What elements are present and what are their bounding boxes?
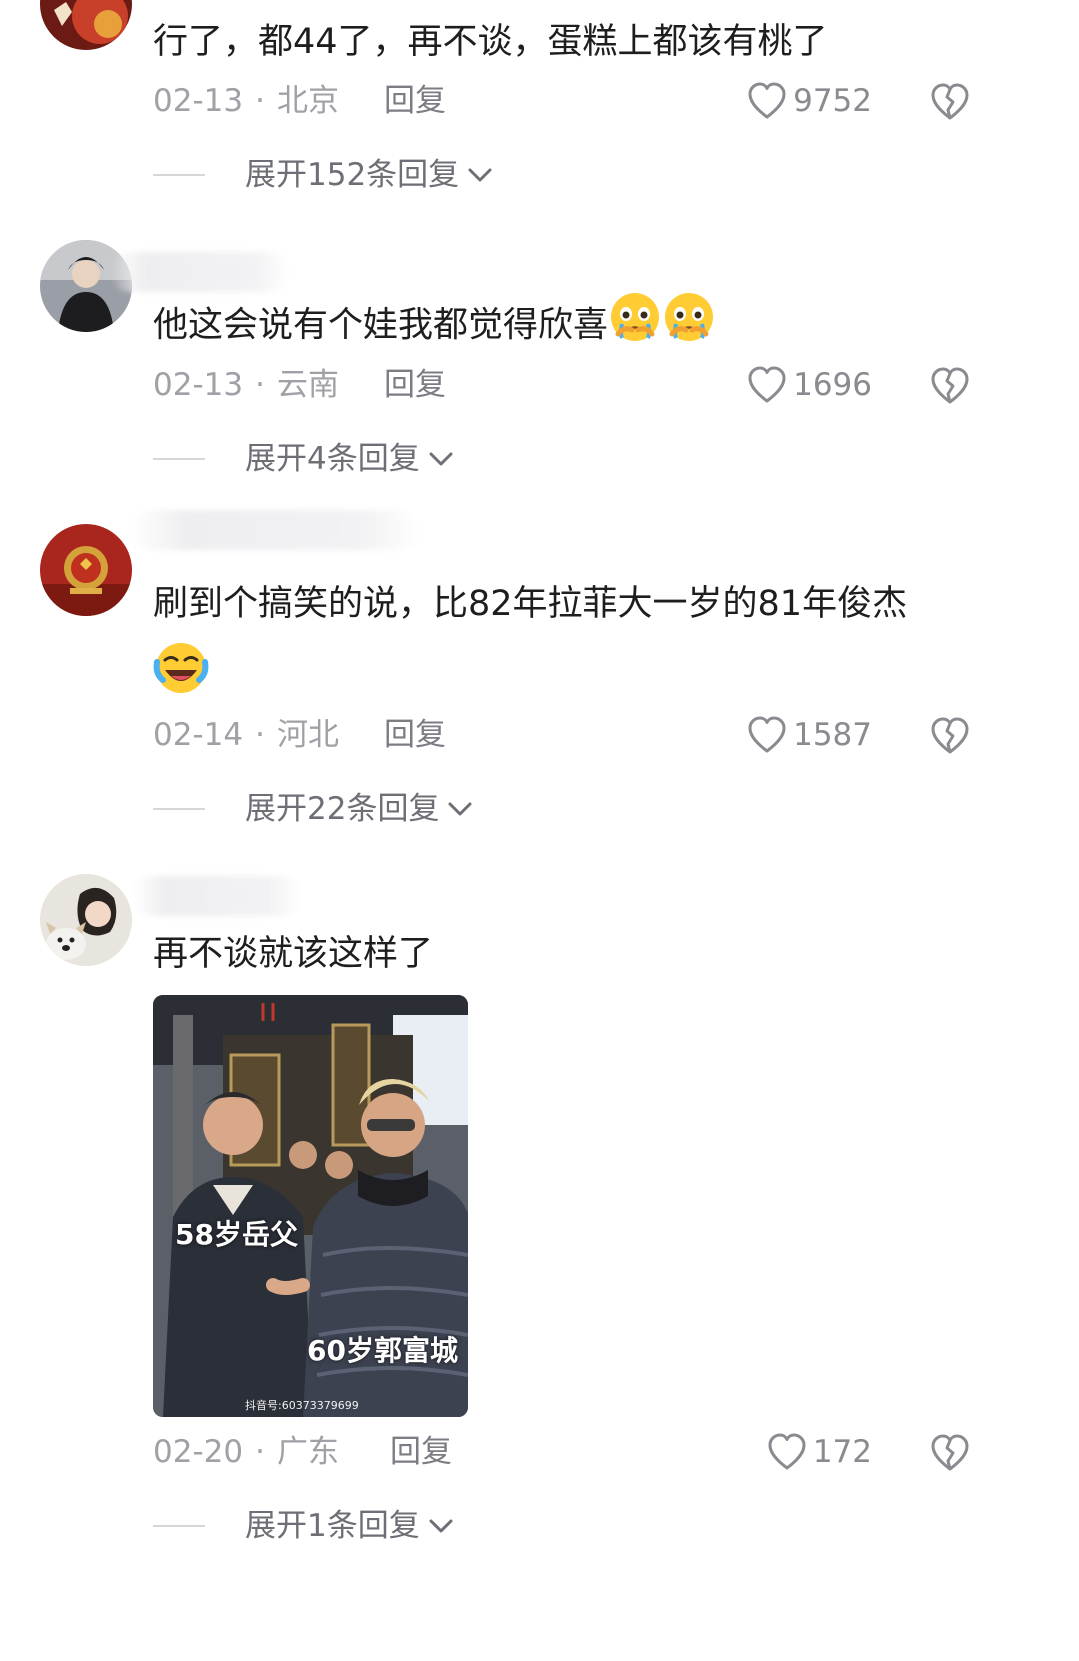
- comment-item: 行了，都44了，再不谈，蛋糕上都该有桃了 02-13 · 北京 回复 9752 展开…: [0, 0, 1079, 220]
- reply-button[interactable]: 回复: [384, 79, 446, 123]
- expand-replies-label: 展开22条回复: [245, 791, 440, 827]
- comment-location: 云南: [276, 367, 339, 403]
- expand-replies-button[interactable]: 展开22条回复: [153, 787, 473, 831]
- username-blurred: [130, 510, 420, 550]
- comment-meta: 02-14 · 河北: [153, 717, 339, 753]
- like-count: 9752: [793, 83, 872, 119]
- username-blurred: [132, 876, 302, 916]
- comment-meta: 02-13 · 云南: [153, 367, 339, 403]
- comment-item: 再不谈就该这样了 58岁岳父 60岁郭富城 抖音号:60373379699 02…: [0, 860, 1079, 1661]
- heart-icon: [768, 1433, 806, 1470]
- comment-date: 02-20: [153, 1434, 244, 1470]
- avatar[interactable]: [40, 0, 132, 50]
- reply-button[interactable]: 回复: [390, 1430, 452, 1474]
- chevron-down-icon: [429, 452, 453, 466]
- expand-replies-label: 展开1条回复: [245, 1508, 420, 1544]
- comment-text: 再不谈就该这样了: [153, 934, 434, 974]
- comment-text: 刷到个搞笑的说，比82年拉菲大一岁的81年俊杰: [153, 584, 908, 624]
- like-count: 1696: [793, 367, 872, 403]
- divider-line: [153, 1525, 205, 1527]
- video-caption-right: 60岁郭富城: [307, 1334, 458, 1367]
- video-watermark: 抖音号:60373379699: [245, 1399, 359, 1412]
- comment-emoji-line: [153, 640, 209, 715]
- divider-line: [153, 174, 205, 176]
- divider-line: [153, 458, 205, 460]
- comment-location: 河北: [276, 717, 339, 753]
- comment-text: 行了，都44了，再不谈，蛋糕上都该有桃了: [153, 22, 828, 62]
- comment-date: 02-13: [153, 83, 244, 119]
- like-count: 1587: [793, 717, 872, 753]
- crying-face-emoji: [608, 290, 662, 363]
- heart-icon: [748, 716, 786, 753]
- expand-replies-label: 展开4条回复: [245, 441, 420, 477]
- comment-location: 广东: [276, 1434, 339, 1470]
- expand-replies-button[interactable]: 展开152条回复: [153, 153, 493, 197]
- chevron-down-icon: [468, 168, 492, 182]
- video-caption-left: 58岁岳父: [175, 1218, 298, 1251]
- like-button[interactable]: 1696: [747, 363, 872, 407]
- chevron-down-icon: [448, 802, 472, 816]
- expand-replies-label: 展开152条回复: [245, 157, 460, 193]
- comment-item: 刷到个搞笑的说，比82年拉菲大一岁的81年俊杰 02-14 · 河北 回复 1587…: [0, 510, 1079, 840]
- comment-item: 他这会说有个娃我都觉得欣喜 02-13 · 云南 回复 1696 展开4条回复: [0, 230, 1079, 500]
- divider-line: [153, 808, 205, 810]
- reply-button[interactable]: 回复: [384, 713, 446, 757]
- comment-location: 北京: [276, 83, 339, 119]
- like-button[interactable]: 9752: [747, 79, 872, 123]
- dislike-icon[interactable]: [930, 82, 970, 122]
- heart-icon: [748, 82, 786, 119]
- dislike-icon[interactable]: [930, 1433, 970, 1473]
- comment-date: 02-13: [153, 367, 244, 403]
- avatar[interactable]: [40, 874, 132, 966]
- like-count: 172: [812, 1434, 872, 1470]
- chevron-down-icon: [429, 1519, 453, 1533]
- comment-meta: 02-20 · 广东: [153, 1434, 339, 1470]
- laughing-tears-emoji: [153, 640, 209, 715]
- comment-text-content: 他这会说有个娃我都觉得欣喜: [153, 305, 609, 346]
- heart-icon: [748, 366, 786, 403]
- reply-button[interactable]: 回复: [384, 363, 446, 407]
- video-thumbnail[interactable]: 58岁岳父 60岁郭富城 抖音号:60373379699: [153, 995, 468, 1417]
- crying-face-emoji: [662, 290, 716, 363]
- like-button[interactable]: 1587: [747, 713, 872, 757]
- dislike-icon[interactable]: [930, 716, 970, 756]
- expand-replies-button[interactable]: 展开1条回复: [153, 1504, 454, 1548]
- dislike-icon[interactable]: [930, 366, 970, 406]
- like-button[interactable]: 172: [767, 1430, 872, 1474]
- expand-replies-button[interactable]: 展开4条回复: [153, 437, 454, 481]
- username-blurred: [110, 252, 290, 292]
- comment-date: 02-14: [153, 717, 244, 753]
- comment-meta: 02-13 · 北京: [153, 83, 339, 119]
- comment-text: 他这会说有个娃我都觉得欣喜: [153, 290, 716, 363]
- avatar[interactable]: [40, 524, 132, 616]
